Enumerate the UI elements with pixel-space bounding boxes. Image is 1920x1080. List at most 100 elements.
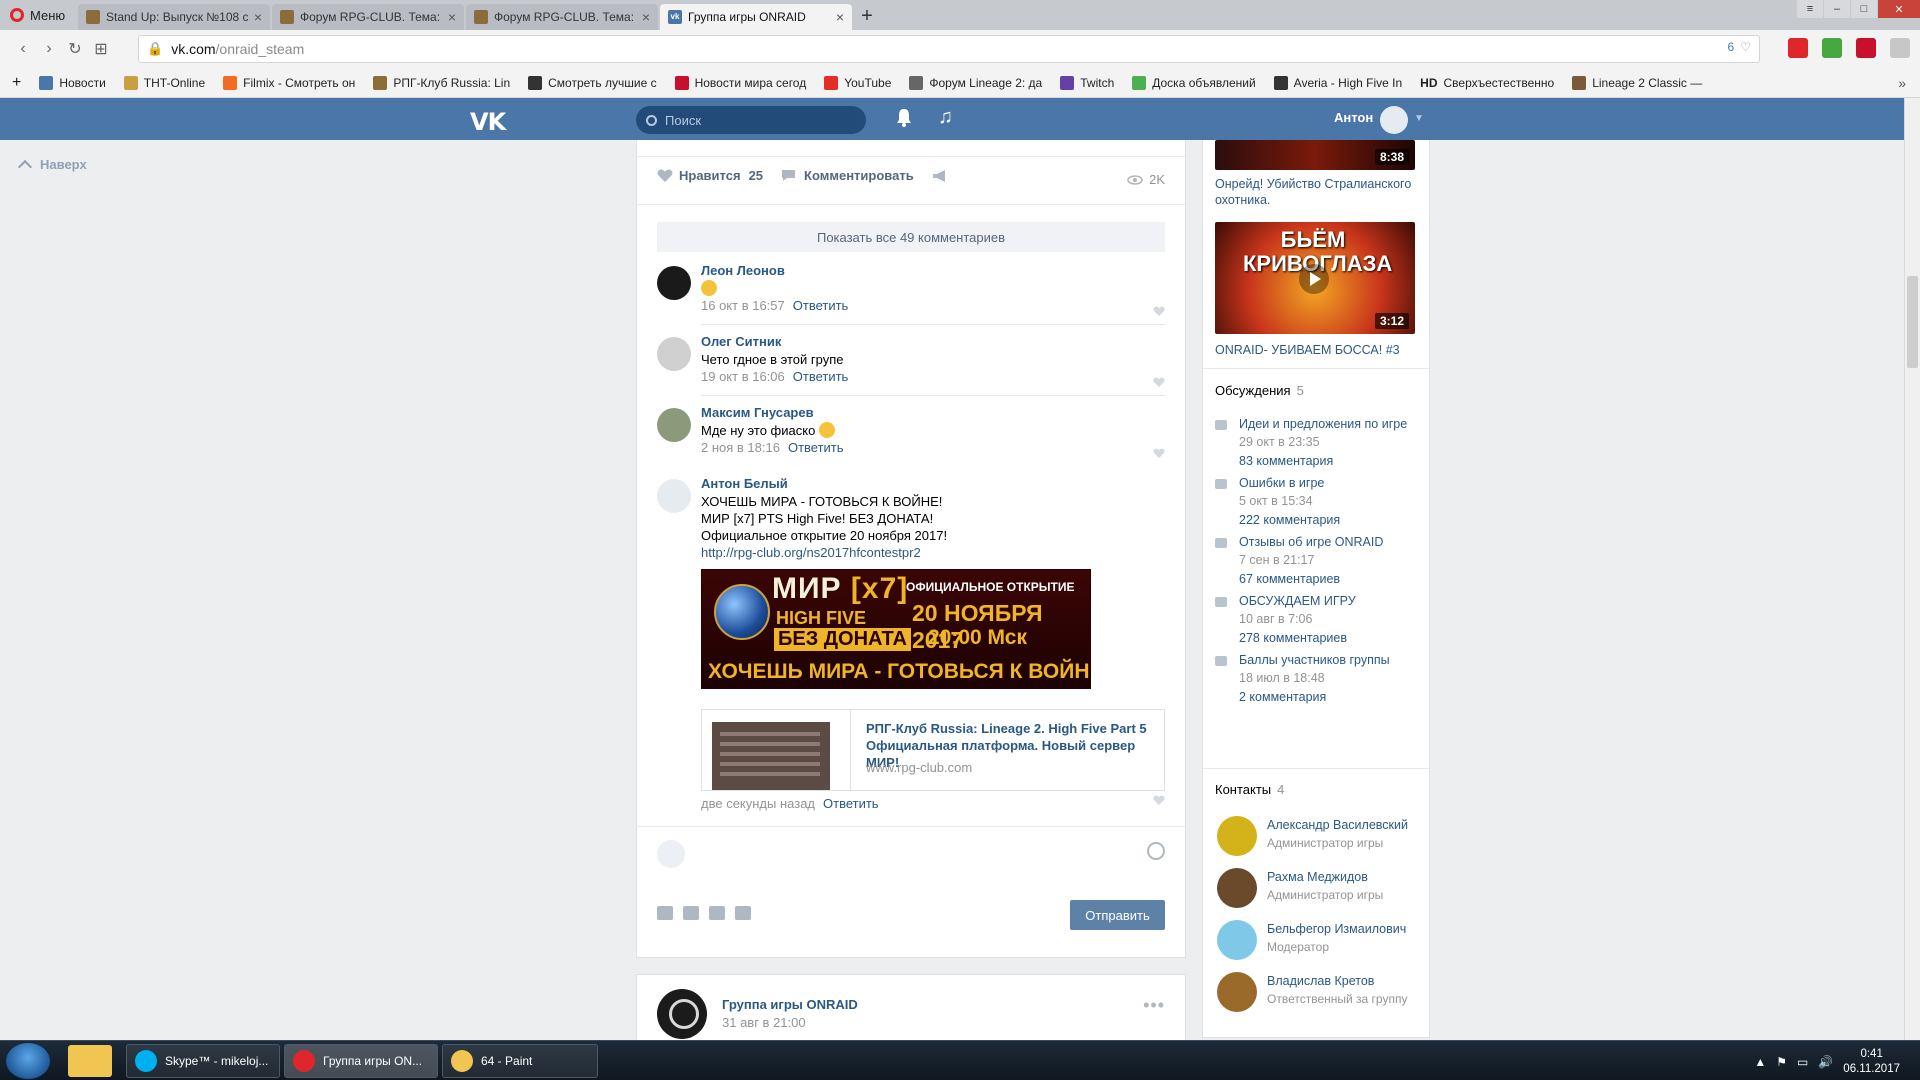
tab-stand-up[interactable]: Stand Up: Выпуск №108 с ×	[78, 4, 270, 30]
video-title[interactable]: ONRAID- УБИВАЕМ БОССА! #3	[1215, 342, 1419, 358]
discussions-header[interactable]: Обсуждения 5	[1215, 383, 1304, 398]
discussion-topic[interactable]: Идеи и предложения по игре 29 окт в 23:35…	[1215, 416, 1419, 472]
video-thumbnail[interactable]: БЬЁМ КРИВОГЛАЗА 3:12	[1215, 222, 1415, 334]
discussion-topic[interactable]: Баллы участников группы 18 июл в 18:48 2 к…	[1215, 652, 1419, 708]
discussion-topic[interactable]: Отзывы об игре ONRAID 7 сен в 21:17 67 ком…	[1215, 534, 1419, 590]
header-avatar-camera-icon[interactable]	[1380, 106, 1408, 134]
comment-link[interactable]: http://rpg-club.org/ns2017hfcontestpr2	[701, 544, 1165, 561]
maximize-button[interactable]: □	[1851, 0, 1877, 18]
tabs-menu-icon[interactable]: ≡	[1797, 0, 1823, 18]
contact-name[interactable]: Рахма Меджидов	[1267, 870, 1368, 884]
scrollbar-thumb[interactable]	[1907, 276, 1918, 368]
more-bookmarks-icon[interactable]: »	[1898, 75, 1906, 91]
page-scrollbar[interactable]	[1904, 98, 1920, 1040]
url-field[interactable]: 🔒 vk.com/onraid_steam 6 ♡	[138, 35, 1760, 63]
topic-comment-count[interactable]: 83 комментария	[1239, 454, 1333, 468]
taskbar-app-button[interactable]: Skype™ - mikeloj...	[126, 1044, 280, 1078]
bookmark-item[interactable]: Смотреть лучшие с	[528, 75, 657, 90]
tab-close-icon[interactable]: ×	[254, 9, 262, 25]
download-icon[interactable]	[1890, 38, 1910, 58]
tray-flag-icon[interactable]: ⚑	[1776, 1055, 1787, 1069]
windows-start-icon[interactable]	[6, 1043, 50, 1079]
topic-comment-count[interactable]: 2 комментария	[1239, 690, 1326, 704]
like-button[interactable]: Нравится	[679, 168, 741, 183]
bookmark-item[interactable]: THT-Online	[123, 75, 205, 90]
post-group-name[interactable]: Группа игры ONRAID	[722, 997, 858, 1012]
topic-title[interactable]: Баллы участников группы	[1239, 652, 1390, 669]
contact-name[interactable]: Владислав Кретов	[1267, 974, 1374, 988]
taskbar-app-button[interactable]: Группа игры ON...	[284, 1044, 438, 1078]
file-explorer-icon[interactable]	[68, 1045, 112, 1077]
reply-button[interactable]: Ответить	[793, 369, 849, 384]
bookmark-item[interactable]: Averia - High Five In	[1273, 75, 1402, 90]
topic-title[interactable]: Отзывы об игре ONRAID	[1239, 534, 1383, 551]
comment-date[interactable]: 19 окт в 16:06	[701, 369, 785, 384]
comment-author[interactable]: Антон Белый	[701, 475, 1165, 493]
comment-avatar-camera-icon[interactable]	[657, 479, 691, 513]
comment-like-icon[interactable]	[1153, 306, 1165, 317]
comment-button[interactable]: Комментировать	[804, 168, 914, 183]
show-all-comments-button[interactable]: Показать все 49 комментариев	[657, 222, 1165, 252]
tab-rpg-club-2[interactable]: Форум RPG-CLUB. Тема: Ц ×	[466, 4, 658, 30]
contact-name[interactable]: Бельфегор Измаилович	[1267, 922, 1406, 936]
header-user-name[interactable]: Антон	[1334, 110, 1373, 125]
bookmark-item[interactable]: Доска объявлений	[1132, 75, 1256, 90]
link-preview-card[interactable]: РПГ-Клуб Russia: Lineage 2. High Five Pa…	[701, 709, 1165, 791]
topic-title[interactable]: ОБСУЖДАЕМ ИГРУ	[1239, 593, 1356, 610]
like-heart-icon[interactable]	[657, 169, 673, 183]
shield-ext-icon[interactable]	[1822, 38, 1842, 58]
topic-comment-count[interactable]: 278 комментариев	[1239, 631, 1347, 645]
close-window-button[interactable]: ✕	[1878, 0, 1920, 18]
back-icon[interactable]: ‹	[10, 40, 36, 58]
bookmark-item[interactable]: HD Сверхъестественно	[1420, 76, 1554, 90]
topic-comment-count[interactable]: 67 комментариев	[1239, 572, 1340, 586]
vk-logo[interactable]: VK	[470, 108, 506, 136]
adblock-ext-icon[interactable]	[1856, 38, 1876, 58]
taskbar-app-button[interactable]: 64 - Paint	[442, 1044, 598, 1078]
attach-document-icon[interactable]	[735, 906, 751, 920]
contact-item[interactable]: Рахма Меджидов Администратор игры	[1215, 866, 1419, 910]
music-icon[interactable]: ♫	[938, 106, 953, 129]
topic-comment-count[interactable]: 222 комментария	[1239, 513, 1340, 527]
tab-onraid-group[interactable]: vk Группа игры ONRAID ×	[660, 4, 852, 30]
tray-arrow-icon[interactable]: ▲	[1754, 1055, 1766, 1069]
chevron-down-icon[interactable]: ▼	[1414, 113, 1424, 124]
tray-network-icon[interactable]: ▭	[1797, 1055, 1808, 1069]
post-more-icon[interactable]: •••	[1143, 995, 1165, 1016]
attach-video-icon[interactable]	[683, 906, 699, 920]
vk-extension-badge[interactable]: 6	[1728, 40, 1735, 54]
contact-item[interactable]: Александр Василевский Администратор игры	[1215, 814, 1419, 858]
contact-item[interactable]: Владислав Кретов Ответственный за группу	[1215, 970, 1419, 1014]
bookmark-item[interactable]: Новости	[39, 75, 106, 90]
comment-like-icon[interactable]	[1153, 377, 1165, 388]
tab-rpg-club-1[interactable]: Форум RPG-CLUB. Тема: Ц ×	[272, 4, 464, 30]
discussion-topic[interactable]: ОБСУЖДАЕМ ИГРУ 10 авг в 7:06 278 комментар…	[1215, 593, 1419, 649]
opera-ext-icon[interactable]	[1788, 38, 1808, 58]
contact-name[interactable]: Александр Василевский	[1267, 818, 1408, 832]
bookmark-item[interactable]: Filmix - Смотреть он	[223, 75, 355, 90]
video-title[interactable]: Онрейд! Убийство Стралианского охотника.	[1215, 176, 1419, 208]
promo-banner-image[interactable]: МИР [x7] HIGH FIVE БЕЗ ДОНАТА ОФИЦИАЛЬНО…	[701, 569, 1091, 689]
search-input[interactable]: Поиск	[636, 106, 866, 134]
tab-close-icon[interactable]: ×	[448, 9, 456, 25]
attach-photo-icon[interactable]	[657, 906, 673, 920]
contact-avatar[interactable]	[1217, 972, 1257, 1012]
tab-close-icon[interactable]: ×	[642, 9, 650, 25]
tab-close-icon[interactable]: ×	[836, 9, 844, 25]
topic-title[interactable]: Идеи и предложения по игре	[1239, 416, 1407, 433]
bookmark-item[interactable]: Twitch	[1060, 75, 1114, 90]
send-button[interactable]: Отправить	[1070, 900, 1165, 930]
play-icon[interactable]	[1299, 264, 1329, 294]
reply-button[interactable]: Ответить	[823, 796, 879, 811]
post-date[interactable]: 31 авг в 21:00	[722, 1015, 806, 1030]
comment-date[interactable]: 2 ноя в 18:16	[701, 440, 780, 455]
notifications-bell-icon[interactable]	[895, 108, 913, 128]
contacts-header[interactable]: Контакты 4	[1215, 782, 1284, 797]
reply-button[interactable]: Ответить	[788, 440, 844, 455]
comment-author[interactable]: Максим Гнусарев	[701, 404, 1165, 422]
reply-button[interactable]: Ответить	[793, 298, 849, 313]
reload-icon[interactable]: ↻	[62, 39, 88, 59]
topic-title[interactable]: Ошибки в игре	[1239, 475, 1324, 492]
contact-avatar[interactable]	[1217, 868, 1257, 908]
comment-like-icon[interactable]	[1153, 795, 1165, 806]
